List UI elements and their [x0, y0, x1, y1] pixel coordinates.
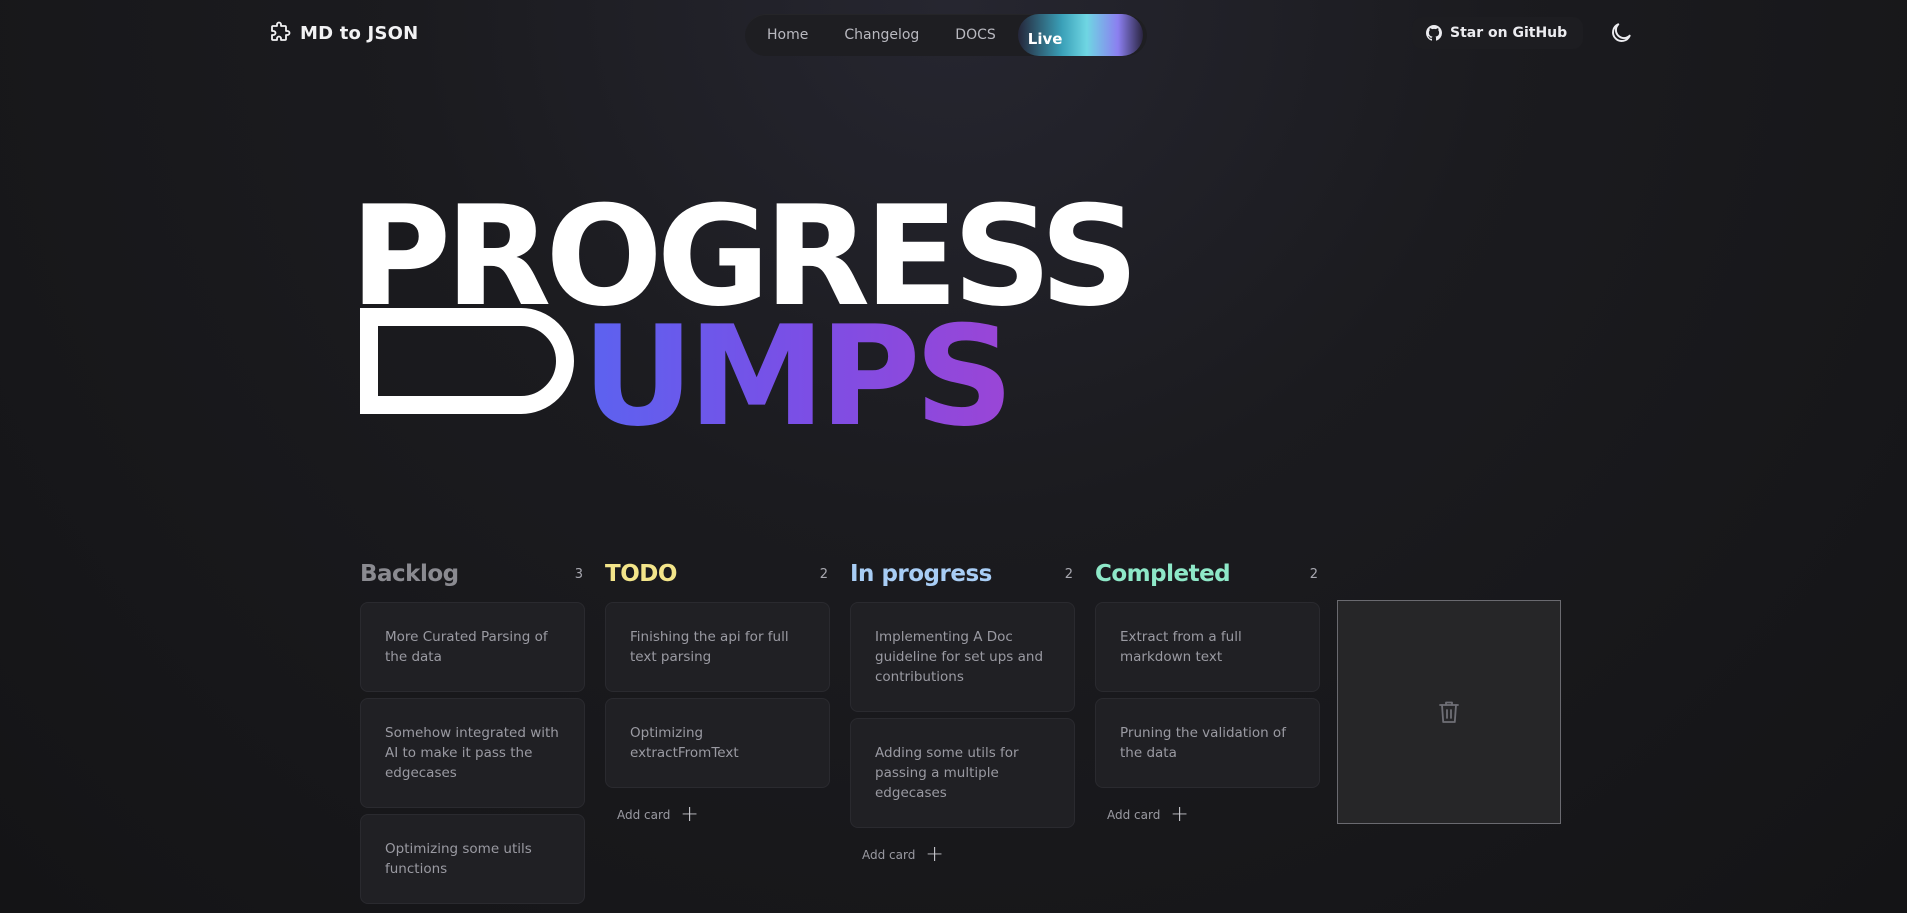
nav-link-changelog[interactable]: Changelog [826, 14, 937, 56]
plus-icon: + [925, 842, 944, 867]
task-card[interactable]: Finishing the api for full text parsing [605, 602, 830, 692]
brand-title: MD to JSON [300, 22, 419, 44]
add-card-button[interactable]: Add card + [850, 834, 1075, 876]
task-card[interactable]: Implementing A Doc guideline for set ups… [850, 602, 1075, 712]
hero-d-shape [360, 308, 574, 414]
task-card[interactable]: Optimizing extractFromText [605, 698, 830, 788]
hero-line-umps: UMPS [582, 296, 1014, 457]
moon-icon[interactable] [1608, 20, 1634, 46]
column-count: 2 [819, 566, 828, 582]
add-card-label: Add card [1107, 808, 1161, 822]
add-card-button[interactable]: Add card + [1095, 794, 1320, 836]
nav-links: Home Changelog DOCS Live [745, 14, 1147, 56]
task-card[interactable]: Somehow integrated with AI to make it pa… [360, 698, 585, 808]
plus-icon: + [1170, 802, 1189, 827]
column-count: 2 [1309, 566, 1318, 582]
github-icon [1426, 25, 1442, 41]
column-header: TODO 2 [605, 556, 830, 592]
trash-icon [1439, 701, 1459, 723]
kanban-board: Backlog 3 More Curated Parsing of the da… [360, 556, 1320, 910]
column-title: Completed [1095, 561, 1231, 587]
task-card[interactable]: More Curated Parsing of the data [360, 602, 585, 692]
column-header: Backlog 3 [360, 556, 585, 592]
column-title: In progress [850, 561, 992, 587]
column-todo: TODO 2 Finishing the api for full text p… [605, 556, 830, 910]
plus-icon: + [680, 802, 699, 827]
add-card-label: Add card [617, 808, 671, 822]
nav-link-live[interactable]: Live [1017, 14, 1143, 56]
nav-link-home[interactable]: Home [749, 14, 826, 56]
hero-title: PROGRESS UMPS [350, 188, 1139, 457]
column-in-progress: In progress 2 Implementing A Doc guideli… [850, 556, 1075, 910]
column-count: 2 [1064, 566, 1073, 582]
column-header: In progress 2 [850, 556, 1075, 592]
add-card-label: Add card [862, 848, 916, 862]
column-count: 3 [574, 566, 583, 582]
column-title: Backlog [360, 561, 459, 587]
nav-link-docs[interactable]: DOCS [937, 14, 1013, 56]
task-card[interactable]: Pruning the validation of the data [1095, 698, 1320, 788]
trash-drop-zone[interactable] [1337, 600, 1561, 824]
task-card[interactable]: Optimizing some utils functions [360, 814, 585, 904]
add-card-button[interactable]: Add card + [605, 794, 830, 836]
column-backlog: Backlog 3 More Curated Parsing of the da… [360, 556, 585, 910]
top-nav: MD to JSON Home Changelog DOCS Live Star… [0, 0, 1907, 66]
github-star-button[interactable]: Star on GitHub [1412, 17, 1584, 49]
column-title: TODO [605, 561, 677, 587]
task-card[interactable]: Adding some utils for passing a multiple… [850, 718, 1075, 828]
puzzle-icon [271, 21, 291, 41]
column-header: Completed 2 [1095, 556, 1320, 592]
brand[interactable]: MD to JSON [268, 21, 418, 45]
task-card[interactable]: Extract from a full markdown text [1095, 602, 1320, 692]
github-star-label: Star on GitHub [1450, 25, 1568, 41]
column-completed: Completed 2 Extract from a full markdown… [1095, 556, 1320, 910]
